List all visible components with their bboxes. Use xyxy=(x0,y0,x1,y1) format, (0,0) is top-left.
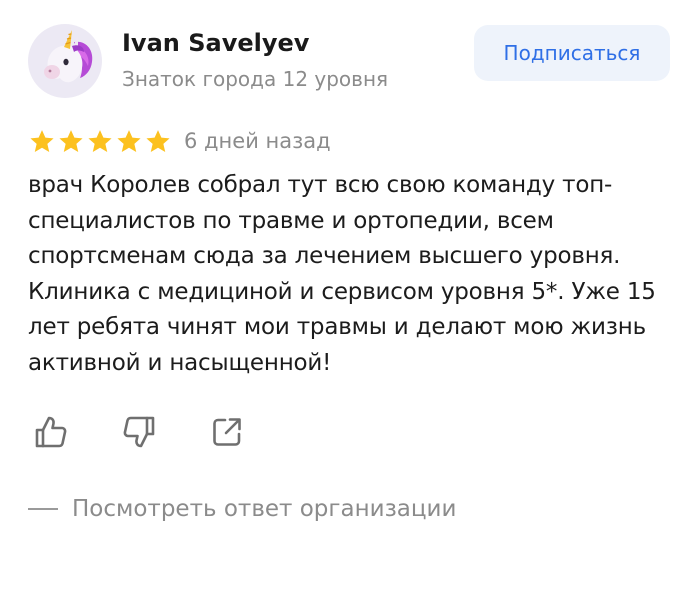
thumbs-up-icon xyxy=(35,416,67,448)
share-icon xyxy=(213,418,241,446)
dislike-button[interactable] xyxy=(120,412,158,452)
star-icon xyxy=(30,130,54,153)
avatar[interactable] xyxy=(28,24,102,98)
dash-divider xyxy=(28,508,58,510)
star-icon xyxy=(146,130,170,153)
subscribe-button[interactable]: Подписаться xyxy=(474,25,670,81)
like-button[interactable] xyxy=(32,412,70,452)
star-icon xyxy=(117,130,141,153)
user-name[interactable]: Ivan Savelyev xyxy=(122,29,309,57)
review-actions xyxy=(32,412,246,452)
star-rating xyxy=(28,128,172,156)
star-icon xyxy=(59,130,83,153)
user-level: Знаток города 12 уровня xyxy=(122,67,389,91)
thumbs-down-icon xyxy=(123,416,155,448)
review-text: врач Королев собрал тут всю свою команду… xyxy=(28,172,656,376)
review-date: 6 дней назад xyxy=(184,129,331,153)
star-icon xyxy=(88,130,112,153)
share-button[interactable] xyxy=(208,412,246,452)
unicorn-emoji-icon xyxy=(44,30,93,83)
view-org-reply-label: Посмотреть ответ организации xyxy=(72,496,457,522)
view-org-reply-link[interactable]: Посмотреть ответ организации xyxy=(28,492,456,526)
